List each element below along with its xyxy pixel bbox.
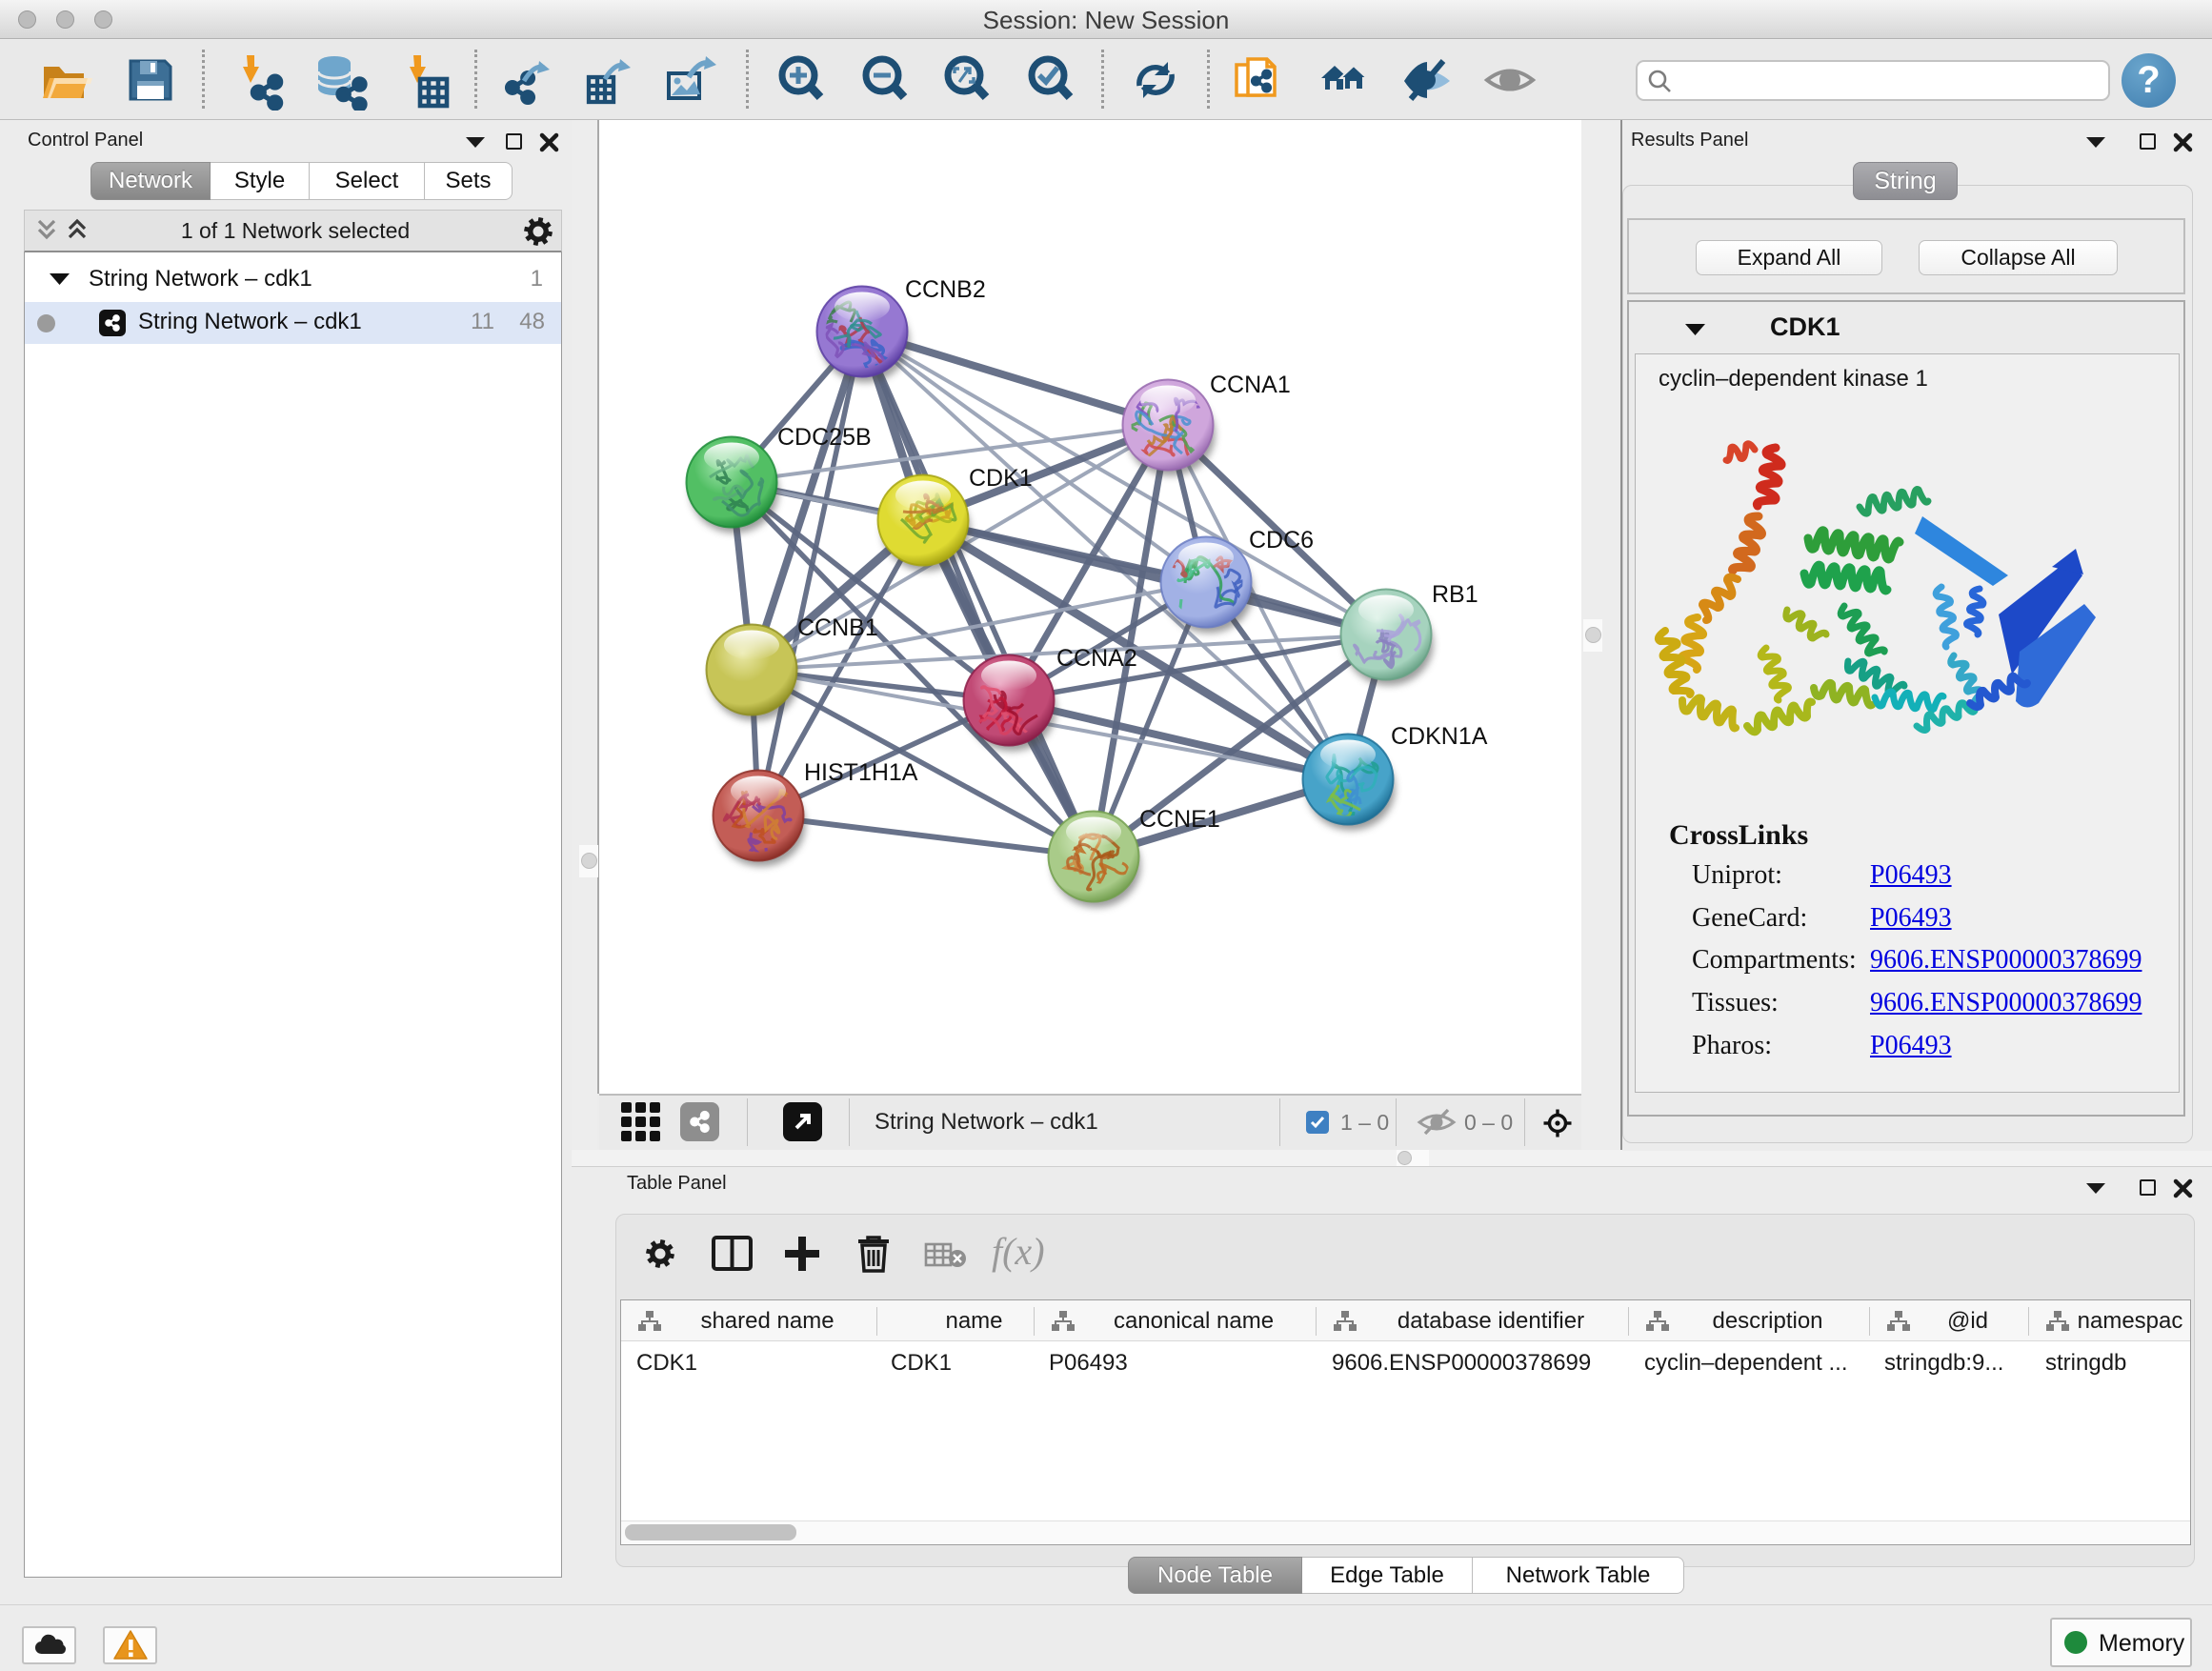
svg-text:CDC6: CDC6: [1249, 527, 1314, 554]
svg-text:RB1: RB1: [1432, 581, 1478, 608]
svg-text:HIST1H1A: HIST1H1A: [804, 759, 918, 786]
svg-text:CCNB1: CCNB1: [797, 614, 878, 641]
svg-text:CCNA2: CCNA2: [1056, 645, 1137, 672]
svg-text:CCNB2: CCNB2: [905, 276, 986, 303]
svg-text:CCNE1: CCNE1: [1139, 806, 1220, 833]
svg-text:CCNA1: CCNA1: [1210, 372, 1291, 398]
svg-text:CDC25B: CDC25B: [777, 424, 872, 451]
svg-text:CDKN1A: CDKN1A: [1391, 723, 1488, 750]
svg-text:CDK1: CDK1: [969, 465, 1033, 492]
